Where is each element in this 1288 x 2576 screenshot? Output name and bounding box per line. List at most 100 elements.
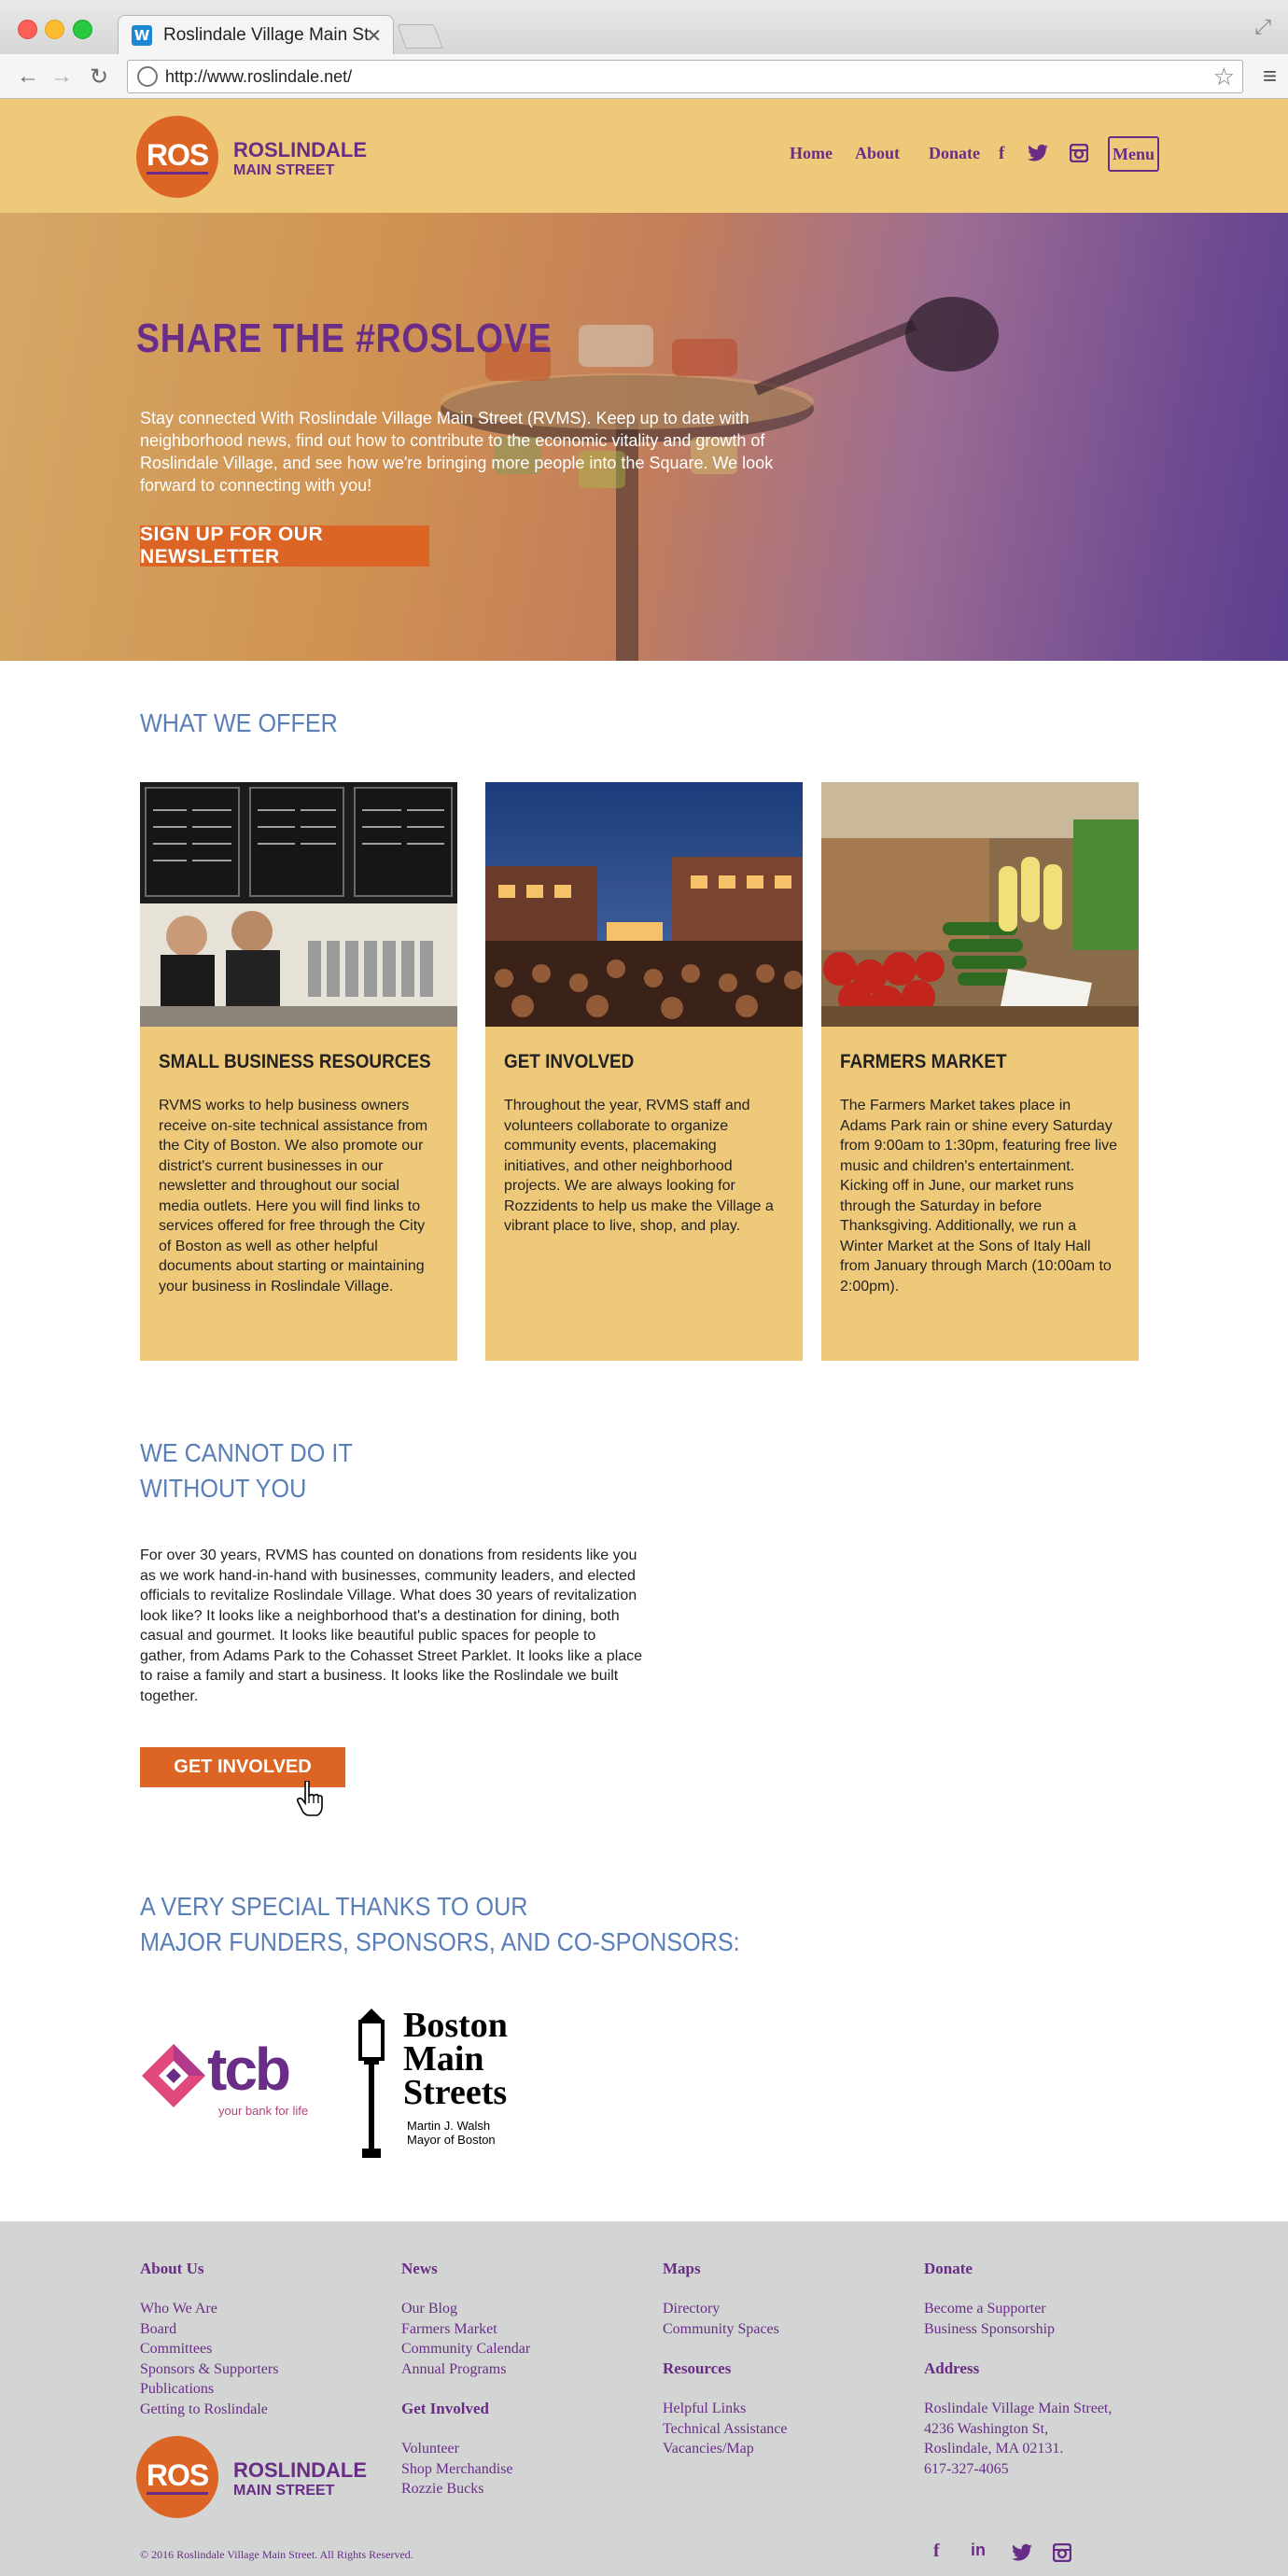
sponsors-heading-line2: MAJOR FUNDERS, SPONSORS, AND CO-SPONSORS… <box>140 1927 740 1956</box>
footer-link[interactable]: Our Blog <box>401 2299 530 2319</box>
tcb-name: tcb <box>207 2036 291 2103</box>
footer-link[interactable]: Helpful Links <box>663 2399 788 2419</box>
footer-logo-name: ROSLINDALE <box>233 2458 367 2482</box>
card-title: SMALL BUSINESS RESOURCES <box>159 1051 431 1072</box>
bms-line3: Streets <box>403 2073 508 2112</box>
site-logo[interactable]: ROS <box>136 116 218 198</box>
offer-heading: WHAT WE OFFER <box>140 708 338 737</box>
footer-link[interactable]: Sponsors & Supporters <box>140 2359 278 2380</box>
facebook-icon[interactable]: f <box>999 144 1004 164</box>
footer-maps-column: Maps Directory Community Spaces Resource… <box>663 2259 788 2459</box>
footer-link[interactable]: Publications <box>140 2379 278 2400</box>
sponsors-heading-line1: A VERY SPECIAL THANKS TO OUR <box>140 1892 528 1921</box>
footer-address-heading: Address <box>924 2359 980 2377</box>
nav-about[interactable]: About <box>855 144 900 163</box>
menu-button[interactable]: Menu <box>1108 136 1159 172</box>
lamp-post-icon <box>358 2009 385 2158</box>
card-title: FARMERS MARKET <box>840 1051 1007 1072</box>
minimize-window-button[interactable] <box>45 20 64 39</box>
maximize-window-button[interactable] <box>73 20 92 39</box>
nav-home[interactable]: Home <box>790 144 833 163</box>
logo-name[interactable]: ROSLINDALE <box>233 140 367 161</box>
footer-link[interactable]: Getting to Roslindale <box>140 2400 278 2420</box>
twitter-icon[interactable] <box>1028 144 1048 168</box>
footer-link[interactable]: Rozzie Bucks <box>401 2479 530 2499</box>
footer-link[interactable]: Board <box>140 2319 278 2340</box>
footer-link[interactable]: Community Spaces <box>663 2319 788 2340</box>
tab-title: Roslindale Village Main St <box>163 24 369 45</box>
bookmark-star-icon[interactable]: ☆ <box>1213 63 1235 91</box>
footer-link[interactable]: Technical Assistance <box>663 2419 788 2440</box>
footer-link[interactable]: Business Sponsorship <box>924 2319 1112 2340</box>
back-icon[interactable]: ← <box>17 63 39 90</box>
footer-link[interactable]: Volunteer <box>401 2439 530 2459</box>
forward-icon[interactable]: → <box>50 63 73 90</box>
bms-line1: Boston <box>403 2006 508 2045</box>
footer-logo-subtitle: MAIN STREET <box>233 2483 335 2499</box>
tcb-tagline: your bank for life <box>218 2104 309 2118</box>
footer-link[interactable]: Committees <box>140 2339 278 2359</box>
card-body: Throughout the year, RVMS staff and volu… <box>504 1098 774 1234</box>
donate-text: For over 30 years, RVMS has counted on d… <box>140 1547 643 1704</box>
boston-main-streets-logo[interactable]: Boston Main Streets Martin J. Walsh Mayo… <box>355 2006 532 2158</box>
browser-tab[interactable]: W Roslindale Village Main St ✕ <box>118 15 394 54</box>
instagram-icon[interactable] <box>1069 143 1089 168</box>
globe-icon <box>137 66 158 87</box>
hero-title: SHARE THE #ROSLOVE <box>136 315 553 361</box>
site-footer: About Us Who We Are Board Committees Spo… <box>0 2221 1288 2576</box>
footer-maps-heading: Maps <box>663 2260 701 2277</box>
nav-donate[interactable]: Donate <box>929 144 980 163</box>
footer-link[interactable]: Become a Supporter <box>924 2299 1112 2319</box>
logo-mark: ROS <box>146 140 209 175</box>
browser-menu-icon[interactable]: ≡ <box>1263 62 1277 91</box>
tab-close-icon[interactable]: ✕ <box>366 24 382 48</box>
footer-about-heading: About Us <box>140 2260 204 2277</box>
footer-logo[interactable]: ROS <box>136 2436 218 2518</box>
farmers-market-photo <box>821 782 1139 1027</box>
sponsors-heading: A VERY SPECIAL THANKS TO OUR MAJOR FUNDE… <box>140 1889 740 1960</box>
new-tab-button[interactable] <box>397 24 443 49</box>
footer-link[interactable]: Directory <box>663 2299 788 2319</box>
logo-subtitle[interactable]: MAIN STREET <box>233 162 334 179</box>
footer-resources-heading: Resources <box>663 2359 732 2377</box>
footer-link[interactable]: Farmers Market <box>401 2319 530 2340</box>
footer-twitter-icon[interactable] <box>1012 2543 1032 2568</box>
footer-linkedin-icon[interactable]: in <box>971 2541 986 2560</box>
phone-number[interactable]: 617-327-4065 <box>924 2459 1112 2480</box>
offer-card-farmers-market[interactable]: FARMERS MARKET The Farmers Market takes … <box>821 782 1139 1361</box>
footer-donate-column: Donate Become a Supporter Business Spons… <box>924 2259 1112 2479</box>
address-line: Roslindale, MA 02131. <box>924 2441 1064 2457</box>
close-window-button[interactable] <box>18 20 37 39</box>
footer-logo-mark: ROS <box>146 2460 209 2495</box>
donate-heading-line2: WITHOUT YOU <box>140 1474 307 1503</box>
favicon-icon: W <box>132 24 152 46</box>
browser-titlebar: W Roslindale Village Main St ✕ ⤢ <box>0 0 1288 54</box>
street-festival-photo <box>485 782 803 1027</box>
footer-link[interactable]: Community Calendar <box>401 2339 530 2359</box>
card-body: RVMS works to help business owners recei… <box>159 1098 428 1295</box>
bms-line2: Main <box>403 2039 484 2079</box>
tcb-sponsor-logo[interactable]: tcb your bank for life <box>140 2035 327 2128</box>
card-body: The Farmers Market takes place in Adams … <box>840 1098 1118 1295</box>
footer-link[interactable]: Annual Programs <box>401 2359 530 2380</box>
address-line: Roslindale Village Main Street, <box>924 2401 1113 2416</box>
offer-card-small-business[interactable]: SMALL BUSINESS RESOURCES RVMS works to h… <box>140 782 457 1361</box>
offer-card-get-involved[interactable]: GET INVOLVED Throughout the year, RVMS s… <box>485 782 803 1361</box>
bms-line5: Mayor of Boston <box>407 2133 496 2147</box>
donate-heading: WE CANNOT DO IT WITHOUT YOU <box>140 1435 353 1506</box>
footer-link[interactable]: Vacancies/Map <box>663 2439 788 2459</box>
footer-instagram-icon[interactable] <box>1052 2542 1072 2568</box>
coffee-shop-photo <box>140 782 457 1027</box>
address-line: 4236 Washington St, <box>924 2420 1049 2437</box>
donate-heading-line1: WE CANNOT DO IT <box>140 1438 353 1467</box>
footer-facebook-icon[interactable]: f <box>933 2541 940 2562</box>
footer-link[interactable]: Who We Are <box>140 2299 278 2319</box>
copyright-text: © 2016 Roslindale Village Main Street. A… <box>140 2548 413 2561</box>
footer-link[interactable]: Shop Merchandise <box>401 2459 530 2480</box>
reload-icon[interactable]: ↻ <box>90 63 108 91</box>
fullscreen-icon[interactable]: ⤢ <box>1254 15 1271 39</box>
newsletter-signup-button[interactable]: SIGN UP FOR OUR NEWSLETTER <box>140 524 429 567</box>
hero-text: Stay connected With Roslindale Village M… <box>140 409 774 495</box>
address-bar[interactable]: http://www.roslindale.net/ ☆ <box>127 60 1243 93</box>
card-title: GET INVOLVED <box>504 1051 635 1072</box>
